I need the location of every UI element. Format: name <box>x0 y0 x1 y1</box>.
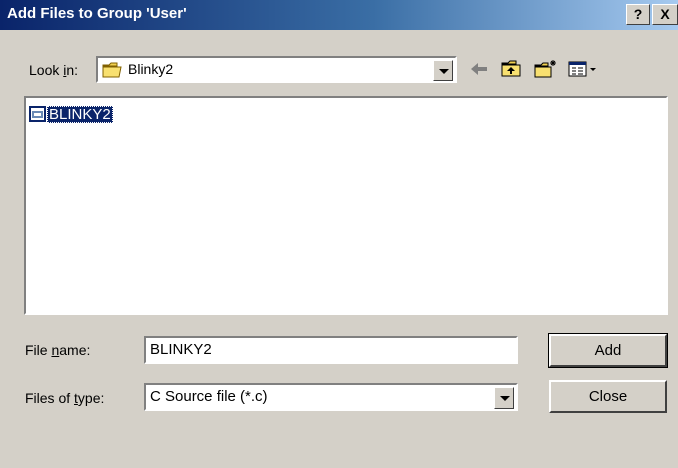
file-name-label-post: ame: <box>59 342 91 358</box>
look-in-dropdown-arrow[interactable] <box>433 60 453 81</box>
file-type-label: Files of type: <box>25 390 104 406</box>
look-in-label: Look in: <box>29 62 78 78</box>
back-arrow-icon[interactable] <box>467 58 491 80</box>
file-type-select[interactable]: C Source file (*.c) <box>144 383 518 411</box>
add-button[interactable]: Add <box>548 333 668 368</box>
file-type-dropdown-arrow[interactable] <box>494 387 514 409</box>
window-title: Add Files to Group 'User' <box>7 5 187 22</box>
file-type-label-pre: Files of <box>25 390 75 406</box>
view-menu-icon[interactable] <box>567 58 603 80</box>
new-folder-icon[interactable] <box>533 58 557 80</box>
list-item[interactable]: BLINKY2 <box>29 105 113 126</box>
title-bar[interactable]: Add Files to Group 'User' ? X <box>0 0 678 30</box>
file-type-value: C Source file (*.c) <box>150 388 268 405</box>
file-list[interactable] <box>24 96 668 315</box>
file-name-label-pre: File <box>25 342 52 358</box>
file-name-input[interactable]: BLINKY2 <box>144 336 518 364</box>
look-in-label-pre: Look <box>29 62 64 78</box>
look-in-value: Blinky2 <box>128 61 174 77</box>
close-button[interactable]: Close <box>549 380 667 413</box>
close-window-button[interactable]: X <box>652 4 678 25</box>
file-name-label: File name: <box>25 342 90 358</box>
file-name-value: BLINKY2 <box>150 341 212 358</box>
help-button[interactable]: ? <box>626 4 650 25</box>
add-files-dialog: Add Files to Group 'User' ? X Look in: B… <box>0 0 678 468</box>
look-in-label-post: n: <box>66 62 79 78</box>
file-item-label: BLINKY2 <box>47 106 113 124</box>
look-in-combo[interactable]: Blinky2 <box>96 56 457 83</box>
file-type-label-post: ype: <box>77 390 105 406</box>
project-file-icon <box>29 105 47 126</box>
folder-icon <box>102 61 124 82</box>
up-folder-icon[interactable] <box>500 58 524 80</box>
